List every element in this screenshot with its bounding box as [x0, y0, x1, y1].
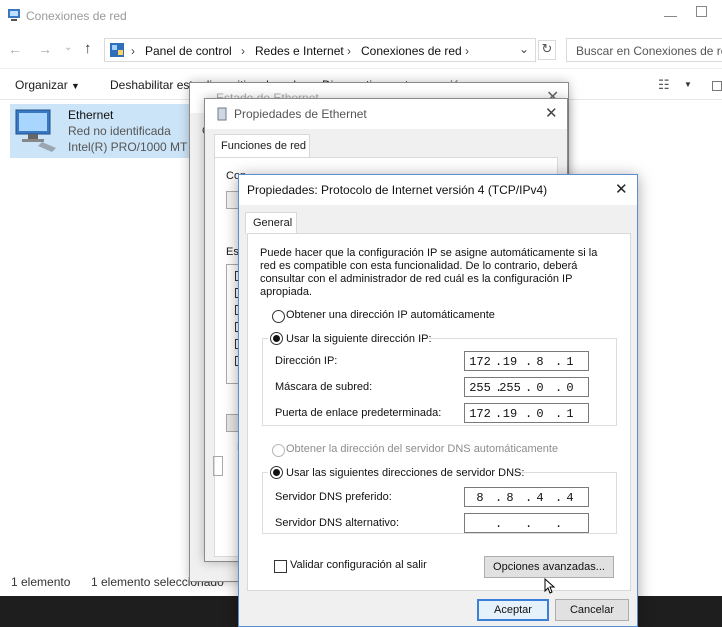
window-title: Conexiones de red	[26, 9, 127, 23]
ethernet-adapter-item[interactable]: Ethernet Red no identificada Intel(R) PR…	[10, 104, 200, 158]
subnet-mask-field[interactable]: 255. 255. 0. 0	[464, 377, 589, 397]
ip-auto-label: Obtener una dirección IP automáticamente	[286, 309, 495, 321]
props-dialog-title: Propiedades de Ethernet	[234, 107, 367, 121]
recent-locations-icon[interactable]: ⌄	[64, 42, 72, 53]
ip-settings-group: Dirección IP: 172. 19. 8. 1 Máscara de s…	[262, 338, 617, 426]
address-row: ← → ⌄ ↑ › Panel de control › Redes e Int…	[0, 36, 722, 64]
adapter-name: Ethernet	[68, 108, 114, 122]
network-card-icon	[217, 107, 227, 121]
explorer-titlebar: Conexiones de red —	[0, 0, 722, 32]
dns-auto-label: Obtener la dirección del servidor DNS au…	[286, 443, 559, 455]
ok-button[interactable]: Aceptar	[477, 599, 549, 621]
ip-manual-label: Usar la siguiente dirección IP:	[286, 333, 432, 345]
alternate-dns-label: Servidor DNS alternativo:	[275, 517, 400, 529]
dns-manual-label: Usar las siguientes direcciones de servi…	[286, 467, 525, 479]
view-options-icon[interactable]: ☷	[658, 77, 670, 93]
preferred-dns-label: Servidor DNS preferido:	[275, 491, 392, 503]
ipv4-properties-dialog: Propiedades: Protocolo de Internet versi…	[238, 174, 638, 627]
search-placeholder: Buscar en Conexiones de red	[576, 44, 722, 58]
props-dialog-titlebar: Propiedades de Ethernet ✕	[205, 99, 567, 129]
description-box	[213, 456, 223, 476]
mouse-cursor-icon	[544, 578, 556, 594]
dropdown-chevron-icon[interactable]: ⌄	[519, 42, 529, 56]
dns-settings-group: Servidor DNS preferido: 8. 8. 4. 4 Servi…	[262, 472, 617, 534]
advanced-options-button[interactable]: Opciones avanzadas...	[484, 556, 614, 578]
adapter-status: Red no identificada	[68, 124, 171, 138]
close-icon[interactable]: ✕	[615, 180, 628, 198]
control-panel-icon	[110, 43, 124, 57]
network-connections-icon	[8, 9, 20, 21]
adapter-device: Intel(R) PRO/1000 MT D	[68, 140, 200, 154]
subnet-mask-label: Máscara de subred:	[275, 381, 373, 393]
gateway-label: Puerta de enlace predeterminada:	[275, 407, 442, 419]
view-dropdown-icon[interactable]: ▼	[684, 80, 692, 89]
breadcrumb-separator-icon: ›	[241, 44, 245, 58]
preferred-dns-field[interactable]: 8. 8. 4. 4	[464, 487, 589, 507]
item-count: 1 elemento	[11, 575, 71, 589]
partial-label: Es	[226, 246, 239, 258]
ip-address-field[interactable]: 172. 19. 8. 1	[464, 351, 589, 371]
ip-manual-radio[interactable]	[270, 332, 283, 345]
breadcrumb-network-internet[interactable]: Redes e Internet	[255, 44, 344, 58]
close-icon[interactable]: ✕	[545, 104, 558, 122]
maximize-icon[interactable]	[696, 6, 707, 17]
search-input[interactable]: Buscar en Conexiones de red	[566, 38, 722, 62]
ipv4-description: Puede hacer que la configuración IP se a…	[260, 247, 598, 298]
validate-checkbox[interactable]	[274, 560, 287, 573]
dns-manual-radio[interactable]	[270, 466, 283, 479]
cancel-button[interactable]: Cancelar	[555, 599, 629, 621]
forward-icon[interactable]: →	[38, 41, 52, 57]
breadcrumb-network-connections[interactable]: Conexiones de red	[361, 44, 462, 58]
network-adapter-icon	[15, 109, 56, 152]
ipv4-dialog-title: Propiedades: Protocolo de Internet versi…	[247, 183, 548, 197]
breadcrumb-separator-icon: ›	[465, 44, 469, 58]
ipv4-dialog-titlebar: Propiedades: Protocolo de Internet versi…	[239, 175, 637, 205]
ip-address-label: Dirección IP:	[275, 355, 338, 367]
preview-pane-icon[interactable]	[712, 81, 722, 91]
tab-networking[interactable]: Funciones de red	[214, 134, 310, 158]
tab-general[interactable]: General	[245, 212, 297, 234]
breadcrumb-separator-icon: ›	[347, 44, 351, 58]
general-panel: Puede hacer que la configuración IP se a…	[247, 233, 631, 594]
up-arrow-icon[interactable]: ↑	[84, 40, 92, 57]
ip-manual-option[interactable]: Usar la siguiente dirección IP:	[268, 330, 432, 346]
organize-menu[interactable]: Organizar ▼	[15, 78, 80, 92]
breadcrumb-control-panel[interactable]: Panel de control	[145, 44, 232, 58]
dns-manual-option[interactable]: Usar las siguientes direcciones de servi…	[268, 464, 524, 480]
address-bar[interactable]: › Panel de control › Redes e Internet › …	[104, 38, 536, 62]
ip-auto-radio[interactable]	[272, 310, 285, 323]
validate-label: Validar configuración al salir	[290, 559, 427, 571]
refresh-icon[interactable]: ↻	[538, 40, 556, 60]
dns-auto-radio	[272, 444, 285, 457]
minimize-icon[interactable]: —	[664, 8, 677, 23]
gateway-field[interactable]: 172. 19. 0. 1	[464, 403, 589, 423]
breadcrumb-separator-icon: ›	[131, 44, 135, 58]
alternate-dns-field[interactable]: . . .	[464, 513, 589, 533]
back-icon[interactable]: ←	[8, 41, 22, 57]
